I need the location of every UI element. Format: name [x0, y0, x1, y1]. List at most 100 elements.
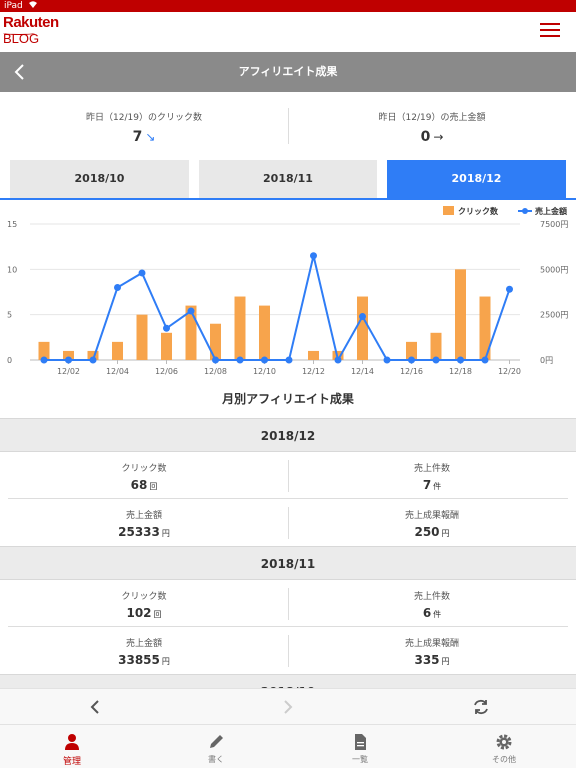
stat-value-wrap: 250 円	[288, 525, 576, 539]
tab-2018-10[interactable]: 2018/10	[10, 160, 189, 198]
affiliate-chart: 0 5 10 15 0円 2500円 5000円 7500円 12/02 12/04 12/06 12…	[0, 200, 576, 390]
page-title: アフィリエイト成果	[238, 65, 338, 78]
stat-value: 68	[130, 478, 148, 492]
hamburger-menu-icon[interactable]	[540, 23, 560, 39]
stat-label: 売上件数	[413, 464, 450, 474]
app-header: Rakuten BLOG	[0, 12, 576, 52]
legend-label-clicks: クリック数	[458, 206, 499, 216]
stat-label: クリック数	[121, 464, 167, 474]
tab-label: その他	[492, 755, 516, 764]
point-sales	[163, 324, 170, 332]
bar-clicks	[430, 332, 442, 360]
yesterday-sales-number: 0	[420, 129, 431, 145]
yesterday-clicks: 昨日（12/19）のクリック数 7 ↘	[0, 92, 288, 158]
stat-label: 売上成果報酬	[404, 639, 459, 649]
stat-value-wrap: 102 回	[0, 606, 288, 620]
legend-swatch-clicks	[443, 206, 454, 215]
stat-sales-count: 売上件数 6件	[288, 580, 576, 627]
point-sales	[359, 312, 366, 320]
stat-label: 売上件数	[413, 592, 450, 602]
stat-value: 6	[422, 606, 432, 620]
bar-clicks	[161, 332, 172, 360]
stat-unit: 円	[441, 529, 450, 538]
bar-clicks	[455, 269, 466, 360]
bar-clicks	[259, 305, 270, 360]
yesterday-clicks-number: 7	[132, 129, 143, 145]
stat-label: 売上金額	[125, 511, 162, 521]
x-tick-label: 12/12	[302, 367, 325, 376]
stats-row: クリック数 68 回 売上件数 7件	[0, 452, 576, 499]
point-sales	[65, 356, 72, 364]
document-icon	[288, 731, 432, 753]
tab-2018-12[interactable]: 2018/12	[387, 160, 566, 198]
tab-manage[interactable]: 管理	[0, 725, 144, 768]
tab-2018-11[interactable]: 2018/11	[199, 160, 377, 198]
tab-label: 管理	[62, 757, 81, 767]
stat-value: 250	[414, 525, 440, 539]
logo-line1: Rakuten	[3, 14, 59, 31]
point-sales	[212, 356, 219, 364]
y-left-tick-label: 0	[7, 356, 12, 365]
stat-value: 25333	[118, 525, 160, 539]
carrier-label: iPad	[4, 1, 23, 11]
legend-dot-sales	[522, 208, 528, 214]
stat-value-wrap: 25333 円	[0, 525, 288, 539]
reload-icon[interactable]	[467, 693, 495, 721]
bar-clicks	[357, 296, 368, 360]
yesterday-sales-value: 0 →	[288, 129, 576, 145]
stats-row: 売上金額 25333 円 売上成果報酬 250 円	[0, 499, 576, 546]
y-left-tick-label: 5	[7, 311, 12, 320]
person-icon	[0, 731, 144, 753]
stat-sales-amount: 売上金額 25333 円	[0, 499, 288, 546]
stat-value: 102	[126, 606, 152, 620]
tab-list[interactable]: 一覧	[288, 725, 432, 768]
y-right-tick-label: 7500円	[540, 220, 568, 229]
point-sales	[261, 356, 268, 364]
stat-unit: 件	[433, 610, 442, 619]
chevron-left-icon[interactable]	[81, 693, 109, 721]
stat-value-wrap: 335 円	[288, 653, 576, 667]
chevron-right-icon[interactable]	[274, 693, 302, 721]
bar-clicks	[136, 314, 148, 360]
stat-value-wrap: 6件	[288, 606, 576, 620]
point-sales	[236, 356, 244, 364]
tab-label: 一覧	[352, 755, 368, 764]
x-tick-label: 12/10	[253, 367, 276, 376]
stat-unit: 円	[441, 657, 450, 666]
point-sales	[432, 356, 440, 364]
stats-header-2018-12: 2018/12	[0, 418, 576, 452]
x-tick-label: 12/04	[106, 367, 129, 376]
x-tick-label: 12/16	[400, 367, 423, 376]
y-left-tick-label: 10	[7, 265, 17, 274]
rakuten-blog-logo[interactable]: Rakuten BLOG	[3, 15, 59, 45]
tab-other[interactable]: その他	[432, 725, 576, 768]
stat-unit: 円	[161, 529, 170, 538]
stat-label: クリック数	[121, 592, 167, 602]
point-sales	[383, 356, 391, 364]
stat-unit: 件	[433, 482, 442, 491]
bar-clicks	[234, 296, 246, 360]
point-sales	[310, 252, 317, 260]
stat-reward: 売上成果報酬 335 円	[288, 627, 576, 674]
tab-write[interactable]: 書く	[144, 725, 288, 768]
trend-flat-icon: →	[433, 130, 444, 144]
stats-row: クリック数 102 回 売上件数 6件	[0, 580, 576, 627]
browser-nav-bar	[0, 688, 576, 724]
stat-value-wrap: 7件	[288, 478, 576, 492]
stat-label: 売上金額	[125, 639, 162, 649]
point-sales	[138, 269, 146, 277]
bar-clicks	[210, 323, 221, 360]
stats-row: 売上金額 33855 円 売上成果報酬 335 円	[0, 627, 576, 674]
stat-clicks: クリック数 68 回	[0, 452, 288, 499]
stat-value: 33855	[118, 653, 160, 667]
monthly-stats: 2018/12 クリック数 68 回 売上件数 7件 売上金額 25333 円 売上…	[0, 418, 576, 688]
x-tick-label: 12/08	[204, 367, 227, 376]
stat-sales-amount: 売上金額 33855 円	[0, 627, 288, 674]
point-sales	[114, 283, 121, 291]
y-right-tick-label: 5000円	[540, 265, 568, 274]
y-right-tick-label: 0円	[540, 356, 553, 365]
stat-value-wrap: 68 回	[0, 478, 288, 492]
stat-value: 335	[414, 653, 440, 667]
point-sales	[89, 356, 97, 364]
yesterday-sales: 昨日（12/19）の売上金額 0 →	[288, 92, 576, 158]
